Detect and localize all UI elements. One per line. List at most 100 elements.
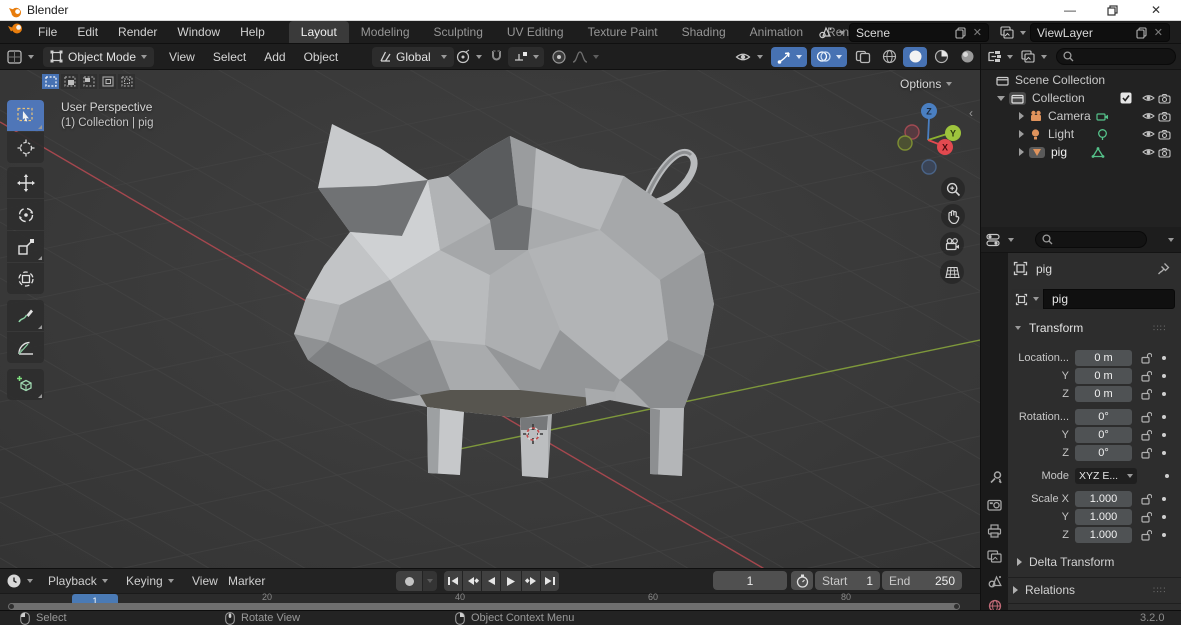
menu-select[interactable]: Select bbox=[204, 50, 255, 64]
jump-to-end-button[interactable] bbox=[541, 571, 559, 591]
restore-button[interactable] bbox=[1097, 0, 1127, 20]
hide-eye-icon[interactable] bbox=[1142, 129, 1155, 139]
location-y-field[interactable]: 0 m bbox=[1075, 368, 1132, 384]
animate-dot[interactable] bbox=[1162, 515, 1166, 519]
outliner-filter-dropdown[interactable] bbox=[987, 50, 1013, 63]
pan-hand-button[interactable] bbox=[941, 204, 965, 228]
jump-to-start-button[interactable] bbox=[444, 571, 462, 591]
timeline-ruler[interactable]: 20 40 60 80 1 bbox=[0, 593, 980, 611]
delta-transform-panel-header[interactable]: Delta Transform bbox=[1017, 555, 1114, 569]
scale-y-field[interactable]: 1.000 bbox=[1075, 509, 1132, 525]
tool-select-box[interactable] bbox=[7, 100, 44, 131]
menu-help[interactable]: Help bbox=[230, 21, 275, 43]
keying-set-dropdown[interactable] bbox=[423, 571, 437, 591]
rotation-z-field[interactable]: 0° bbox=[1075, 445, 1132, 461]
3d-viewport[interactable]: User Perspective (1) Collection | pig Op… bbox=[0, 70, 980, 568]
scale-z-field[interactable]: 1.000 bbox=[1075, 527, 1132, 543]
menu-view[interactable]: View bbox=[160, 50, 204, 64]
tab-layout[interactable]: Layout bbox=[289, 21, 349, 43]
shading-material-button[interactable] bbox=[929, 47, 953, 67]
menu-playback[interactable]: Playback bbox=[48, 574, 108, 588]
outliner-row-pig[interactable]: pig bbox=[981, 143, 1181, 161]
tab-view-layer[interactable] bbox=[981, 544, 1008, 568]
transform-orientation-dropdown[interactable]: Global bbox=[372, 47, 454, 67]
tool-scale[interactable] bbox=[7, 231, 44, 262]
outliner-display-mode-dropdown[interactable] bbox=[1021, 50, 1047, 63]
shading-rendered-button[interactable] bbox=[955, 47, 979, 67]
proportional-editing-toggle[interactable] bbox=[551, 49, 567, 65]
animate-dot[interactable] bbox=[1162, 497, 1166, 501]
transform-panel-header[interactable]: Transform bbox=[1015, 321, 1083, 335]
animate-dot[interactable] bbox=[1162, 433, 1166, 437]
panel-grip-icon[interactable]: ∷∷ bbox=[1153, 323, 1166, 334]
outliner-row-light[interactable]: Light bbox=[981, 125, 1181, 143]
relations-panel-header[interactable]: Relations bbox=[1013, 583, 1075, 597]
pig-mesh-object[interactable] bbox=[280, 90, 720, 480]
snap-target-dropdown[interactable] bbox=[508, 47, 544, 67]
remove-view-layer-icon[interactable]: ✕ bbox=[1154, 26, 1163, 39]
lock-open-icon[interactable] bbox=[1140, 370, 1152, 382]
collapse-arrow-icon[interactable] bbox=[997, 96, 1005, 101]
scene-icon[interactable] bbox=[818, 26, 845, 40]
new-scene-icon[interactable] bbox=[955, 27, 967, 39]
location-x-field[interactable]: 0 m bbox=[1075, 350, 1132, 366]
camera-view-button[interactable] bbox=[940, 232, 964, 256]
tab-texture-paint[interactable]: Texture Paint bbox=[576, 21, 670, 43]
lock-open-icon[interactable] bbox=[1140, 447, 1152, 459]
animate-dot[interactable] bbox=[1162, 533, 1166, 537]
rotation-y-field[interactable]: 0° bbox=[1075, 427, 1132, 443]
mode-dropdown[interactable]: Object Mode bbox=[43, 47, 154, 67]
tab-modeling[interactable]: Modeling bbox=[349, 21, 422, 43]
previous-keyframe-button[interactable] bbox=[463, 571, 481, 591]
lock-open-icon[interactable] bbox=[1140, 511, 1152, 523]
region-collapse-arrow[interactable]: ‹ bbox=[969, 106, 973, 120]
tab-tool[interactable] bbox=[981, 465, 1008, 489]
timeline-scrollbar[interactable] bbox=[8, 603, 960, 610]
gizmos-toggle[interactable] bbox=[771, 47, 807, 67]
menu-window[interactable]: Window bbox=[167, 21, 230, 43]
menu-view-timeline[interactable]: View bbox=[192, 574, 218, 588]
panel-grip-icon[interactable]: ∷∷ bbox=[1153, 585, 1166, 596]
new-view-layer-icon[interactable] bbox=[1136, 27, 1148, 39]
tab-output[interactable] bbox=[981, 519, 1008, 543]
xray-toggle[interactable] bbox=[851, 47, 875, 67]
menu-edit[interactable]: Edit bbox=[67, 21, 108, 43]
tool-add-primitive[interactable] bbox=[7, 369, 44, 400]
scene-name-field[interactable]: Scene ✕ bbox=[849, 23, 989, 42]
tab-sculpting[interactable]: Sculpting bbox=[422, 21, 495, 43]
current-frame-field[interactable]: 1 bbox=[713, 571, 787, 590]
location-z-field[interactable]: 0 m bbox=[1075, 386, 1132, 402]
disable-render-camera-icon[interactable] bbox=[1158, 93, 1171, 104]
shading-wireframe-button[interactable] bbox=[877, 47, 901, 67]
outliner-search-input[interactable] bbox=[1056, 48, 1176, 65]
select-mode-new-button[interactable] bbox=[42, 74, 59, 89]
lock-open-icon[interactable] bbox=[1140, 429, 1152, 441]
tab-animation[interactable]: Animation bbox=[738, 21, 815, 43]
tool-transform[interactable] bbox=[7, 263, 44, 294]
blender-menu-icon[interactable] bbox=[6, 21, 24, 43]
animate-dot[interactable] bbox=[1162, 415, 1166, 419]
hide-eye-icon[interactable] bbox=[1142, 111, 1155, 121]
pivot-point-dropdown[interactable] bbox=[455, 49, 482, 65]
lock-open-icon[interactable] bbox=[1140, 493, 1152, 505]
tab-render[interactable] bbox=[981, 492, 1008, 516]
expand-arrow-icon[interactable] bbox=[1019, 130, 1024, 138]
rotation-x-field[interactable]: 0° bbox=[1075, 409, 1132, 425]
menu-add[interactable]: Add bbox=[255, 50, 294, 64]
show-object-types-dropdown[interactable] bbox=[735, 50, 763, 64]
tool-move[interactable] bbox=[7, 167, 44, 198]
shading-solid-button[interactable] bbox=[903, 47, 927, 67]
tab-shading[interactable]: Shading bbox=[670, 21, 738, 43]
view-layer-name-field[interactable]: ViewLayer ✕ bbox=[1030, 23, 1170, 42]
timeline-editor-type-button[interactable] bbox=[6, 573, 33, 589]
tool-measure[interactable] bbox=[7, 332, 44, 363]
rotation-mode-dropdown[interactable]: XYZ E... bbox=[1075, 468, 1137, 484]
lock-open-icon[interactable] bbox=[1140, 352, 1152, 364]
scale-x-field[interactable]: 1.000 bbox=[1075, 491, 1132, 507]
collection-checkbox[interactable] bbox=[1120, 92, 1132, 104]
select-mode-subtract-button[interactable] bbox=[80, 74, 97, 89]
menu-marker[interactable]: Marker bbox=[228, 574, 265, 588]
disable-render-camera-icon[interactable] bbox=[1158, 111, 1171, 122]
tab-uv-editing[interactable]: UV Editing bbox=[495, 21, 576, 43]
outliner-row-camera[interactable]: Camera bbox=[981, 107, 1181, 125]
